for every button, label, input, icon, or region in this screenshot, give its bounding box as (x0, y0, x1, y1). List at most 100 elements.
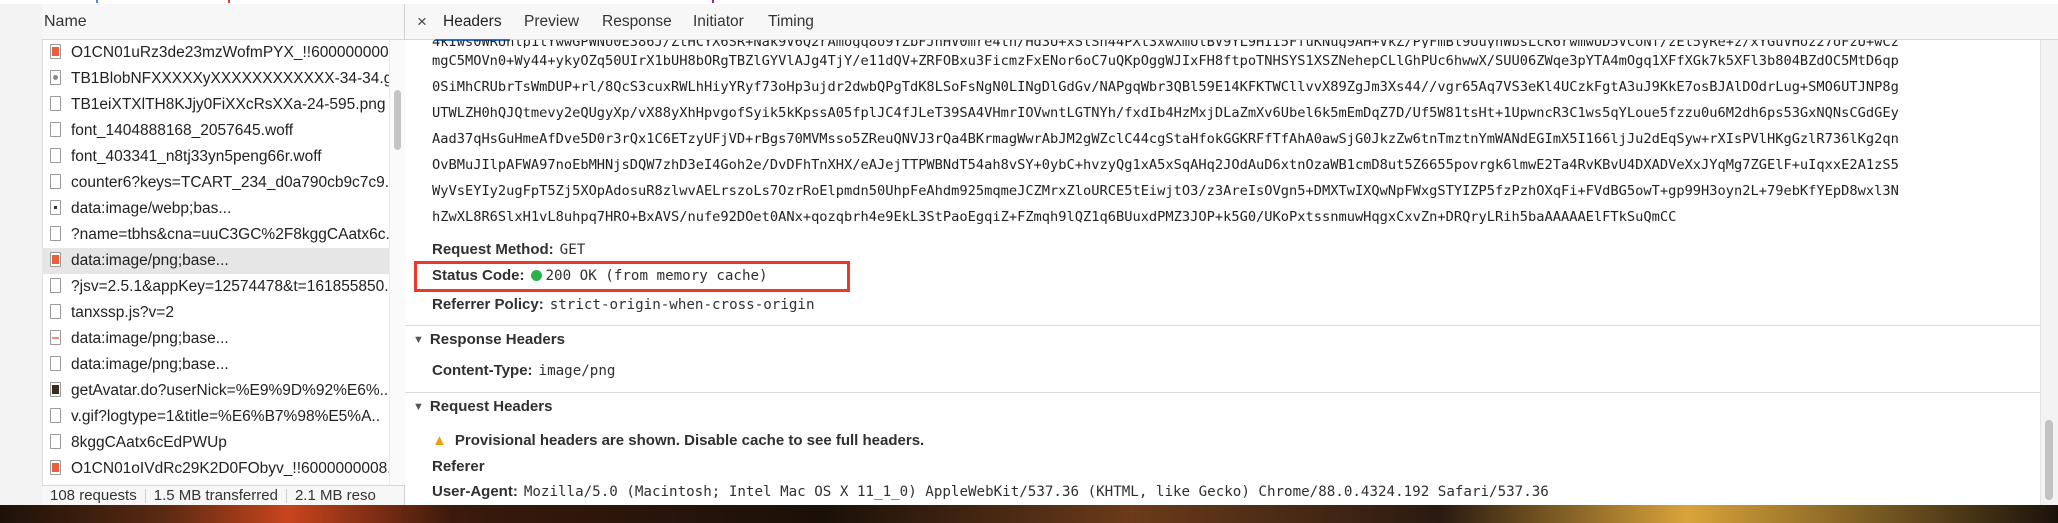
request-row[interactable]: tanxssp.js?v=2 (42, 300, 389, 326)
request-name: tanxssp.js?v=2 (71, 304, 174, 321)
close-icon[interactable]: × (409, 4, 435, 40)
user-agent-row: User-Agent: Mozilla/5.0 (Macintosh; Intel… (432, 483, 1549, 500)
file-type-icon (50, 382, 61, 397)
url-line: UTWLZH0hQJQtmevy2eQUgyXp/vX88yXhHpvgofSy… (432, 105, 1899, 121)
status-code-row: Status Code: 200 OK (from memory cache) (432, 267, 768, 284)
request-row[interactable]: getAvatar.do?userNick=%E9%9D%92%E6%.. (42, 378, 389, 404)
url-line: mgC5MOVn0+Wy44+ykyOZq50UIrX1bUH8bORgTBZl… (432, 53, 1899, 69)
url-line: WyVsEYIy2ugFpT5Zj5XOpAdosuR8zlwvAELrszoL… (432, 183, 1899, 199)
transferred-size: 1.5 MB transferred (153, 487, 278, 504)
scrollbar-thumb[interactable] (2045, 420, 2053, 500)
referer-row: Referer (432, 458, 491, 475)
scrollbar-thumb[interactable] (394, 90, 401, 150)
provisional-warning-text: Provisional headers are shown. Disable c… (454, 432, 925, 449)
request-headers-title: Request Headers (429, 398, 553, 415)
file-type-icon (50, 96, 61, 111)
request-name: font_403341_n8tj33yn5peng66r.woff (71, 148, 322, 165)
request-row[interactable]: 8kggCAatx6cEdPWUp (42, 430, 389, 456)
file-type-icon (50, 148, 61, 163)
request-detail-panel: × Headers Preview Response Initiator Tim… (405, 4, 2058, 505)
warning-icon: ▲ (432, 432, 447, 449)
request-url-value: 4kIws0WRUnlp1lYwwGPWNU0E386J/ZtHCYX6SR+N… (432, 40, 2032, 230)
tab-response[interactable]: Response (594, 4, 680, 39)
name-column-header[interactable]: Name (42, 4, 404, 40)
network-request-panel: Name O1CN01uRz3de23mzWofmPYX_!!600000000… (0, 4, 405, 506)
referrer-policy-label: Referrer Policy: (432, 296, 544, 313)
user-agent-label: User-Agent: (432, 483, 518, 500)
request-row[interactable]: data:image/webp;bas... (42, 196, 389, 222)
tab-preview[interactable]: Preview (516, 4, 587, 39)
request-row[interactable]: font_1404888168_2057645.woff (42, 118, 389, 144)
request-name: counter6?keys=TCART_234_d0a790cb9c7c9.. (71, 174, 389, 191)
expand-triangle-icon[interactable]: ▼ (413, 393, 424, 421)
file-type-icon (50, 200, 61, 215)
request-method-label: Request Method: (432, 241, 554, 258)
detail-scrollbar[interactable] (2040, 40, 2058, 505)
tab-initiator[interactable]: Initiator (685, 4, 752, 39)
request-row[interactable]: O1CN01uRz3de23mzWofmPYX_!!600000000... (42, 40, 389, 66)
request-method-value: GET (559, 242, 586, 258)
request-name: TB1BlobNFXXXXXyXXXXXXXXXXXX-34-34.gif (71, 70, 389, 87)
request-name: 8kggCAatx6cEdPWUp (71, 434, 227, 451)
request-row[interactable]: data:image/png;base... (42, 326, 389, 352)
referrer-policy-row: Referrer Policy: strict-origin-when-cross… (432, 296, 815, 313)
request-row[interactable]: data:image/png;base... (42, 352, 389, 378)
request-name: TB1eiXTXlTH8KJjy0FiXXcRsXXa-24-595.png (71, 96, 386, 113)
waterfall-gutter (0, 4, 43, 505)
url-line: hZwXL8R6SlxH1vL8uhpq7HRO+BxAVS/nufe92DOe… (432, 209, 1677, 225)
request-name: ?name=tbhs&cna=uuC3GC%2F8kggCAatx6c.. (71, 226, 389, 243)
request-name: ?jsv=2.5.1&appKey=12574478&t=161855850.. (71, 278, 389, 295)
request-row[interactable]: font_403341_n8tj33yn5peng66r.woff (42, 144, 389, 170)
tab-indicator (712, 0, 714, 3)
request-name: v.gif?logtype=1&title=%E6%B7%98%E5%A.. (71, 408, 381, 425)
request-list-scrollbar[interactable] (389, 40, 405, 485)
provisional-warning: ▲ Provisional headers are shown. Disable … (432, 432, 924, 449)
request-method-row: Request Method: GET (432, 241, 585, 258)
referrer-policy-value: strict-origin-when-cross-origin (549, 297, 815, 313)
headers-content: 4kIws0WRUnlp1lYwwGPWNU0E386J/ZtHCYX6SR+N… (405, 40, 2040, 505)
file-type-icon (50, 44, 61, 59)
request-name: data:image/png;base... (71, 356, 229, 373)
tab-headers[interactable]: Headers (435, 4, 510, 41)
status-code-label: Status Code: (432, 267, 525, 284)
file-type-icon (50, 70, 61, 85)
status-code-value: 200 OK (from memory cache) (545, 268, 768, 284)
request-row[interactable]: data:image/png;base... (42, 248, 389, 274)
request-name: O1CN01oIVdRc29K2D0FObyv_!!6000000008.. (71, 460, 389, 477)
request-row[interactable]: ?name=tbhs&cna=uuC3GC%2F8kggCAatx6c.. (42, 222, 389, 248)
request-name: font_1404888168_2057645.woff (71, 122, 294, 139)
tab-indicator (96, 0, 98, 3)
request-row[interactable]: TB1BlobNFXXXXXyXXXXXXXXXXXX-34-34.gif (42, 66, 389, 92)
request-row[interactable]: O1CN01oIVdRc29K2D0FObyv_!!6000000008.. (42, 456, 389, 482)
file-type-icon (50, 460, 61, 475)
request-row[interactable]: v.gif?logtype=1&title=%E6%B7%98%E5%A.. (42, 404, 389, 430)
expand-triangle-icon[interactable]: ▼ (413, 326, 424, 354)
resources-size: 2.1 MB reso (294, 487, 376, 504)
file-type-icon (50, 122, 61, 137)
request-name: O1CN01uRz3de23mzWofmPYX_!!600000000... (71, 44, 389, 61)
file-type-icon (50, 226, 61, 241)
request-name: data:image/png;base... (71, 330, 229, 347)
status-ok-icon (530, 270, 542, 281)
request-row[interactable]: ?jsv=2.5.1&appKey=12574478&t=161855850.. (42, 274, 389, 300)
request-list: O1CN01uRz3de23mzWofmPYX_!!600000000... TB… (42, 40, 389, 485)
file-type-icon (50, 252, 61, 267)
url-line: 0SiMhCRUbrTsWmDUP+rl/8QcS3cuxRWLhHiyYRyf… (432, 79, 1899, 95)
referer-label: Referer (432, 458, 485, 475)
file-type-icon (50, 434, 61, 449)
background-page-strip (0, 505, 2058, 523)
request-headers-section[interactable]: ▼ Request Headers (405, 392, 2040, 422)
response-headers-title: Response Headers (429, 331, 565, 348)
request-row[interactable]: counter6?keys=TCART_234_d0a790cb9c7c9.. (42, 170, 389, 196)
content-type-label: Content-Type: (432, 362, 533, 379)
network-status-bar: 108 requests 1.5 MB transferred 2.1 MB res… (42, 485, 404, 506)
file-type-icon (50, 330, 61, 345)
tab-timing[interactable]: Timing (760, 4, 822, 39)
request-count: 108 requests (50, 487, 137, 504)
request-row[interactable]: TB1eiXTXlTH8KJjy0FiXXcRsXXa-24-595.png (42, 92, 389, 118)
content-type-row: Content-Type: image/png (432, 362, 615, 379)
response-headers-section[interactable]: ▼ Response Headers (405, 325, 2040, 355)
file-type-icon (50, 174, 61, 189)
url-line: 4kIws0WRUnlp1lYwwGPWNU0E386J/ZtHCYX6SR+N… (432, 40, 1899, 48)
url-line: Aad37qHsGuHmeAfDve5D0r3rQx1C6ETzyUFjVD+r… (432, 131, 1899, 147)
